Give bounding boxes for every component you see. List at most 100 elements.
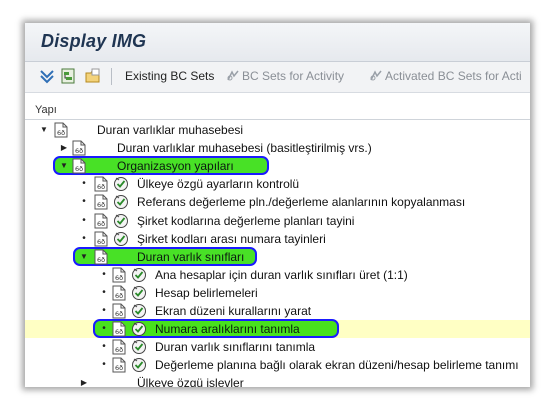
tree-row-label: Ülkeye özgü işlevler <box>137 376 244 387</box>
tree-row[interactable]: • 6ð Referans değerleme pln./değerleme ala… <box>25 193 530 211</box>
execute-activity-icon[interactable] <box>113 231 129 247</box>
tree-row[interactable]: ▼ 6ð Duran varlık sınıfları <box>25 246 530 266</box>
tree-row-label: Hesap belirlemeleri <box>155 285 258 300</box>
tree-row[interactable]: • 6ð Ülkeye özgü ayarların kontrolü <box>25 175 530 193</box>
tree-row-label: Duran varlık sınıfları <box>137 249 245 264</box>
toolbar-separator <box>111 68 112 85</box>
leaf-bullet: • <box>102 305 106 316</box>
svg-text:6ð: 6ð <box>115 292 123 300</box>
tree-column-header: Yapı <box>25 101 530 120</box>
tree-row[interactable]: • 6ð Değerleme planına bağlı olarak ekran … <box>25 356 530 374</box>
tree-header-label: Yapı <box>35 104 57 116</box>
svg-text:6ð: 6ð <box>115 274 123 282</box>
svg-text:6ð: 6ð <box>97 220 105 228</box>
tree-row[interactable]: • 6ð Hesap belirlemeleri <box>25 284 530 302</box>
svg-text:6ð: 6ð <box>97 256 105 264</box>
leaf-bullet: • <box>82 178 86 190</box>
execute-activity-icon[interactable] <box>131 267 147 283</box>
tree-row[interactable]: • 6ð Duran varlık sınıflarını tanımla <box>25 338 530 356</box>
execute-activity-icon[interactable] <box>113 213 129 229</box>
tree-row-label: Organizasyon yapıları <box>117 159 234 174</box>
expand-all-icon[interactable] <box>39 68 55 84</box>
svg-text:6ð: 6ð <box>97 238 105 246</box>
activated-bc-set-icon <box>369 70 383 82</box>
existing-bc-sets-label: Existing BC Sets <box>125 69 215 83</box>
tree-row-label: Ekran düzeni kurallarını yarat <box>155 304 312 318</box>
tree-row[interactable]: • 6ð Ekran düzeni kurallarını yarat <box>25 302 530 320</box>
leaf-bullet: • <box>102 268 106 280</box>
bc-sets-for-activity-label: BC Sets for Activity <box>242 69 345 83</box>
img-doc-icon[interactable]: 6ð <box>93 249 109 265</box>
leaf-bullet: • <box>102 341 106 353</box>
bc-sets-for-activity-button[interactable]: BC Sets for Activity <box>226 69 344 83</box>
page-title: Display IMG <box>41 31 147 51</box>
img-doc-icon[interactable]: 6ð <box>93 176 109 192</box>
leaf-bullet: • <box>82 232 86 244</box>
svg-text:6ð: 6ð <box>97 183 105 191</box>
img-doc-icon[interactable]: 6ð <box>93 194 109 210</box>
execute-activity-icon[interactable] <box>131 285 147 301</box>
tree-row-label: Şirket kodlarına değerleme planları tayi… <box>137 213 355 228</box>
execute-activity-icon[interactable] <box>131 321 147 337</box>
svg-text:6ð: 6ð <box>115 346 123 354</box>
folder-icon[interactable] <box>85 68 101 84</box>
title-bar: Display IMG <box>25 23 530 62</box>
tree-row[interactable]: • 6ð Numara aralıklarını tanımla <box>25 319 530 339</box>
svg-text:6ð: 6ð <box>57 129 65 137</box>
tree-row[interactable]: ▼ 6ð Duran varlıklar muhasebesi <box>25 121 530 139</box>
activated-bc-sets-button[interactable]: Activated BC Sets for Acti <box>369 69 522 83</box>
leaf-bullet: • <box>82 196 86 208</box>
tree-row[interactable]: ▶ Ülkeye özgü işlevler <box>25 374 530 387</box>
tree-row-label: Referans değerleme pln./değerleme alanla… <box>137 195 466 210</box>
tree-row[interactable]: ▼ 6ð Organizasyon yapıları <box>25 156 530 176</box>
tree-row[interactable]: • 6ð Şirket kodları arası numara tayinleri <box>25 230 530 248</box>
tree-row[interactable]: ▶ 6ð Duran varlıklar muhasebesi (basitleşt… <box>25 139 530 157</box>
img-doc-icon[interactable]: 6ð <box>111 303 127 319</box>
svg-text:6ð: 6ð <box>75 147 83 155</box>
img-doc-icon[interactable]: 6ð <box>71 140 87 156</box>
tree-row[interactable]: • 6ð Şirket kodlarına değerleme planları t… <box>25 212 530 230</box>
leaf-bullet: • <box>102 286 106 298</box>
tree-row-label: Duran varlıklar muhasebesi (basitleştiri… <box>117 141 372 156</box>
tree-row-label: Numara aralıklarını tanımla <box>155 322 300 337</box>
img-doc-icon[interactable]: 6ð <box>111 339 127 355</box>
tree-row-label: Değerleme planına bağlı olarak ekran düz… <box>155 358 519 373</box>
img-doc-icon[interactable]: 6ð <box>53 122 69 138</box>
execute-activity-icon[interactable] <box>131 357 147 373</box>
leaf-bullet: • <box>102 323 106 335</box>
structure-icon[interactable] <box>61 68 77 84</box>
img-doc-icon[interactable]: 6ð <box>111 321 127 337</box>
img-doc-icon[interactable]: 6ð <box>111 267 127 283</box>
execute-activity-icon[interactable] <box>113 176 129 192</box>
leaf-bullet: • <box>102 359 106 371</box>
collapse-node-icon[interactable]: ▼ <box>79 251 89 263</box>
expand-node-icon[interactable]: ▶ <box>79 377 89 387</box>
tree-row[interactable]: • 6ð Ana hesaplar için duran varlık sınıfl… <box>25 266 530 284</box>
svg-text:6ð: 6ð <box>75 165 83 173</box>
toolbar: Existing BC Sets BC Sets for Activity Ac… <box>25 62 530 93</box>
collapse-node-icon[interactable]: ▼ <box>39 124 49 136</box>
leaf-bullet: • <box>82 214 86 226</box>
img-doc-icon[interactable]: 6ð <box>111 285 127 301</box>
svg-text:6ð: 6ð <box>115 328 123 336</box>
svg-text:6ð: 6ð <box>115 364 123 372</box>
img-doc-icon[interactable]: 6ð <box>71 158 87 174</box>
tree-row-label: Ülkeye özgü ayarların kontrolü <box>137 177 300 192</box>
tree-row-label: Duran varlık sınıflarını tanımla <box>155 340 316 355</box>
tree-row-label: Ana hesaplar için duran varlık sınıfları… <box>155 267 408 282</box>
expand-node-icon[interactable]: ▶ <box>59 142 69 154</box>
existing-bc-sets-button[interactable]: Existing BC Sets <box>125 69 214 83</box>
collapse-node-icon[interactable]: ▼ <box>59 160 69 172</box>
img-doc-icon[interactable]: 6ð <box>93 231 109 247</box>
img-doc-icon[interactable]: 6ð <box>93 213 109 229</box>
bc-set-icon <box>226 70 240 82</box>
img-window: Display IMG Existing BC Sets BC Sets for… <box>25 23 530 387</box>
tree-row-label: Duran varlıklar muhasebesi <box>97 123 244 137</box>
tree-row-label: Şirket kodları arası numara tayinleri <box>137 231 326 246</box>
execute-activity-icon[interactable] <box>131 339 147 355</box>
img-doc-icon[interactable]: 6ð <box>111 357 127 373</box>
activated-bc-sets-label: Activated BC Sets for Acti <box>385 69 522 83</box>
svg-text:6ð: 6ð <box>97 201 105 209</box>
execute-activity-icon[interactable] <box>131 303 147 319</box>
execute-activity-icon[interactable] <box>113 194 129 210</box>
